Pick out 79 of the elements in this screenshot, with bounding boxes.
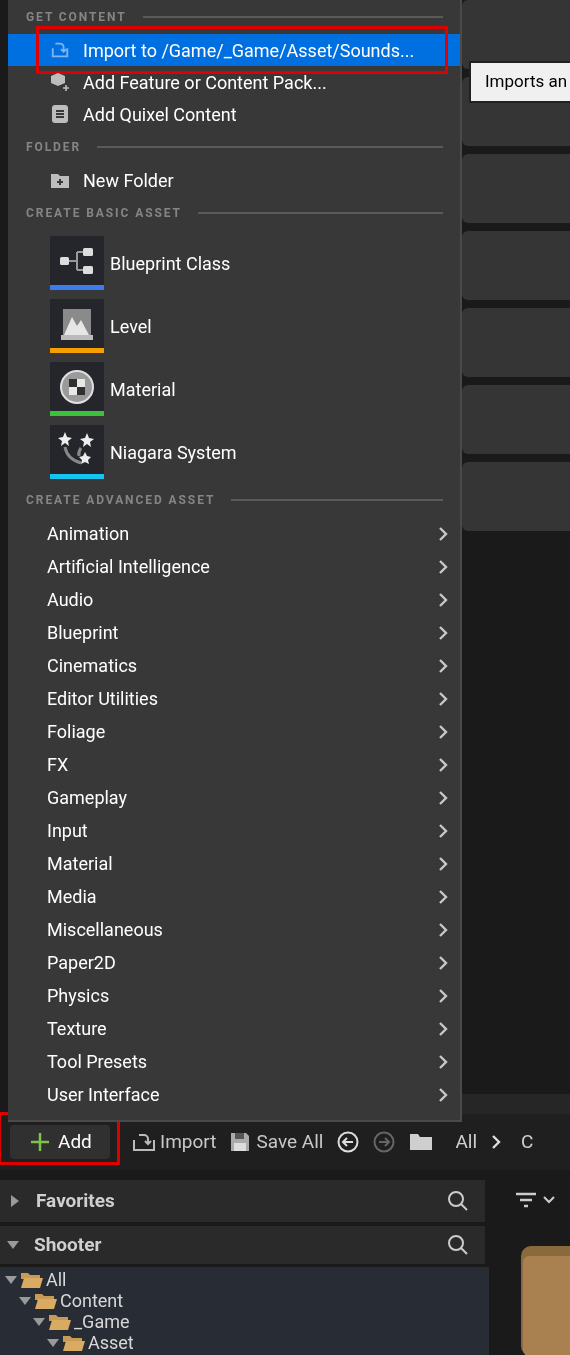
submenu-item[interactable]: Texture [8, 1012, 460, 1045]
section-heading: FOLDER [26, 139, 82, 156]
submenu-item[interactable]: Animation [8, 517, 460, 550]
breadcrumb[interactable]: All [455, 1127, 478, 1157]
menu-item[interactable]: Add Quixel Content [8, 98, 460, 130]
chevron-right-icon [438, 1086, 448, 1103]
submenu-item[interactable]: Editor Utilities [8, 682, 460, 715]
chevron-right-icon [438, 624, 448, 641]
submenu-item[interactable]: User Interface [8, 1078, 460, 1111]
chevron-right-icon [438, 723, 448, 740]
plus-icon [30, 1132, 50, 1152]
cube-plus-icon [50, 72, 70, 92]
tree-item[interactable]: _Game [74, 1311, 130, 1332]
panel-header[interactable]: Shooter [0, 1226, 485, 1264]
menu-item[interactable]: Add Feature or Content Pack... [8, 66, 460, 98]
chevron-right-icon [438, 789, 448, 806]
save-all-button[interactable]: Save All [230, 1127, 324, 1157]
chevron-right-icon [491, 1134, 502, 1150]
asset-tile[interactable]: Blueprint Class [8, 236, 460, 290]
section-heading: GET CONTENT [26, 9, 127, 26]
panel-header[interactable]: Favorites [0, 1180, 485, 1222]
submenu-item[interactable]: Media [8, 880, 460, 913]
submenu-item[interactable]: Tool Presets [8, 1045, 460, 1078]
section-heading: CREATE ADVANCED ASSET [26, 492, 216, 509]
folder-icon [48, 1312, 72, 1331]
chevron-right-icon [438, 756, 448, 773]
folder-icon [34, 1291, 58, 1310]
document-icon [51, 104, 69, 124]
submenu-item[interactable]: Artificial Intelligence [8, 550, 460, 583]
chevron-right-icon [438, 1020, 448, 1037]
chevron-right-icon [438, 855, 448, 872]
chevron-right-icon [438, 690, 448, 707]
chevron-right-icon [438, 954, 448, 971]
submenu-item[interactable]: Cinematics [8, 649, 460, 682]
filter-icon[interactable] [515, 1192, 537, 1208]
submenu-item[interactable]: Paper2D [8, 946, 460, 979]
submenu-item[interactable]: FX [8, 748, 460, 781]
submenu-item[interactable]: Miscellaneous [8, 913, 460, 946]
chevron-right-icon [438, 921, 448, 938]
chevron-right-icon [438, 888, 448, 905]
submenu-item[interactable]: Material [8, 847, 460, 880]
asset-tile[interactable]: Level [8, 299, 460, 353]
asset-tile[interactable]: Niagara System [8, 425, 460, 479]
checkered-sphere-icon [59, 368, 95, 405]
tree-item[interactable]: All [46, 1269, 67, 1290]
folder-icon [409, 1133, 434, 1151]
node-graph-icon [59, 246, 95, 275]
chevron-right-icon [438, 657, 448, 674]
folder-icon [62, 1333, 86, 1352]
breadcrumb[interactable]: C [521, 1127, 534, 1157]
mountain-icon [60, 306, 94, 341]
add-button[interactable]: Add [10, 1125, 110, 1159]
folder-plus-icon [50, 171, 70, 189]
chevron-down-icon[interactable] [543, 1196, 555, 1204]
chevron-right-icon [438, 525, 448, 542]
search-icon[interactable] [447, 1190, 469, 1212]
tooltip: Imports an [469, 61, 570, 103]
submenu-item[interactable]: Blueprint [8, 616, 460, 649]
menu-item[interactable]: Import to /Game/_Game/Asset/Sounds... [8, 34, 460, 66]
submenu-item[interactable]: Physics [8, 979, 460, 1012]
chevron-right-icon [438, 987, 448, 1004]
import-icon [50, 40, 70, 60]
search-icon[interactable] [447, 1234, 469, 1256]
menu-item[interactable]: New Folder [8, 164, 460, 196]
submenu-item[interactable]: Input [8, 814, 460, 847]
asset-tile[interactable]: Material [8, 362, 460, 416]
tree-item[interactable]: Asset [88, 1332, 134, 1353]
submenu-item[interactable]: Gameplay [8, 781, 460, 814]
folder-icon [20, 1270, 44, 1289]
chevron-right-icon [438, 591, 448, 608]
chevron-right-icon [438, 822, 448, 839]
submenu-item[interactable]: Foliage [8, 715, 460, 748]
section-heading: CREATE BASIC ASSET [26, 205, 182, 222]
chevron-right-icon [438, 1053, 448, 1070]
tree-item[interactable]: Content [60, 1290, 124, 1311]
chevron-right-icon [438, 558, 448, 575]
import-icon [132, 1132, 156, 1152]
submenu-item[interactable]: Audio [8, 583, 460, 616]
import-button[interactable]: Import [132, 1127, 217, 1157]
